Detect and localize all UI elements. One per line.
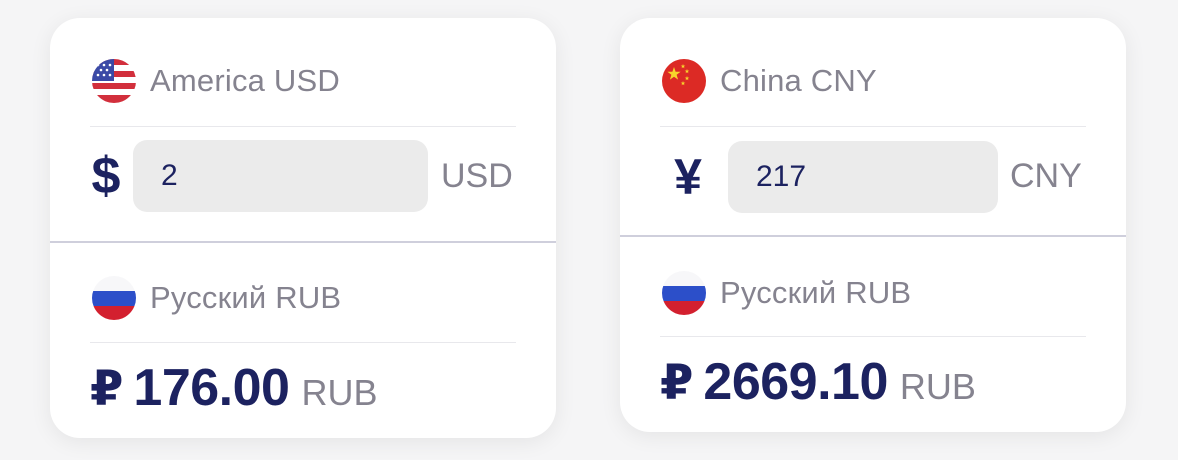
header-divider [660,126,1086,127]
converter-card-usd: America USD $ USD Русский RUB ₽ 176.00 R… [50,18,556,438]
target-currency-code: RUB [301,372,378,413]
china-flag-icon [662,59,706,103]
section-divider [50,241,556,243]
target-currency-header[interactable]: Русский RUB [92,273,516,323]
source-currency-code: USD [441,157,513,195]
target-currency-code: RUB [899,366,976,407]
source-currency-name: China CNY [720,63,877,98]
header-divider [90,126,516,127]
converter-card-cny: China CNY ¥ CNY Русский RUB ₽ 2669.10 RU… [620,18,1126,432]
target-currency-header[interactable]: Русский RUB [662,268,1086,318]
source-currency-name: America USD [150,63,340,98]
russia-flag-icon [662,271,706,315]
header-divider [90,342,516,343]
result-amount: 176.00 [133,359,290,417]
header-divider [660,336,1086,337]
target-currency-name: Русский RUB [150,280,342,315]
section-divider [620,235,1126,237]
source-currency-header[interactable]: China CNY [662,56,1086,106]
dollar-symbol: $ [91,147,121,205]
amount-input[interactable] [133,140,428,212]
yuan-symbol: ¥ [674,149,702,205]
russia-flag-icon [92,276,136,320]
conversion-result: ₽ 2669.10 RUB [660,352,976,412]
ruble-symbol: ₽ [90,363,124,416]
source-currency-header[interactable]: America USD [92,56,516,106]
amount-input[interactable] [728,141,998,213]
source-currency-code: CNY [1010,157,1082,195]
target-currency-name: Русский RUB [720,275,912,310]
ruble-symbol: ₽ [660,357,694,410]
result-amount: 2669.10 [703,353,888,411]
conversion-result: ₽ 176.00 RUB [90,358,377,418]
us-flag-icon [92,59,136,103]
